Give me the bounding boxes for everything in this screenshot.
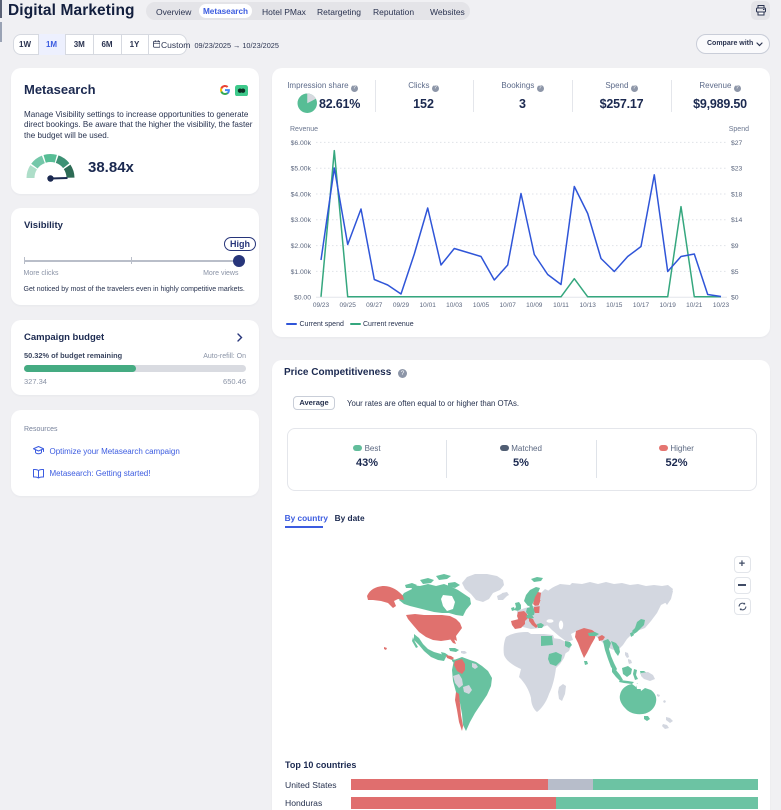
svg-text:10/11: 10/11 <box>553 302 569 309</box>
svg-text:10/05: 10/05 <box>473 302 490 309</box>
svg-text:Spend: Spend <box>729 126 749 133</box>
svg-text:09/23: 09/23 <box>313 302 330 309</box>
svg-text:$5: $5 <box>731 269 739 276</box>
svg-text:10/03: 10/03 <box>446 302 463 309</box>
svg-text:10/19: 10/19 <box>660 302 677 309</box>
svg-text:$0: $0 <box>731 295 739 302</box>
svg-text:10/21: 10/21 <box>686 302 703 309</box>
svg-text:09/25: 09/25 <box>340 302 357 309</box>
svg-text:$27: $27 <box>731 140 743 147</box>
svg-text:$1.00k: $1.00k <box>291 269 312 276</box>
svg-text:$4.00k: $4.00k <box>291 191 312 198</box>
svg-text:10/23: 10/23 <box>713 302 730 309</box>
svg-text:$0.00: $0.00 <box>294 295 311 302</box>
svg-text:10/13: 10/13 <box>580 302 597 309</box>
svg-text:$3.00k: $3.00k <box>291 217 312 224</box>
svg-text:10/15: 10/15 <box>606 302 623 309</box>
svg-text:$9: $9 <box>731 243 739 250</box>
svg-text:10/17: 10/17 <box>633 302 650 309</box>
svg-text:$23: $23 <box>731 166 743 173</box>
svg-text:10/09: 10/09 <box>526 302 543 309</box>
svg-text:10/01: 10/01 <box>420 302 437 309</box>
svg-text:09/29: 09/29 <box>393 302 410 309</box>
svg-text:10/07: 10/07 <box>500 302 517 309</box>
svg-text:Revenue: Revenue <box>290 126 318 133</box>
svg-text:$6.00k: $6.00k <box>291 140 312 147</box>
svg-text:$2.00k: $2.00k <box>291 243 312 250</box>
svg-text:$14: $14 <box>731 217 743 224</box>
svg-text:09/27: 09/27 <box>366 302 383 309</box>
svg-text:$5.00k: $5.00k <box>291 166 312 173</box>
svg-text:$18: $18 <box>731 191 743 198</box>
